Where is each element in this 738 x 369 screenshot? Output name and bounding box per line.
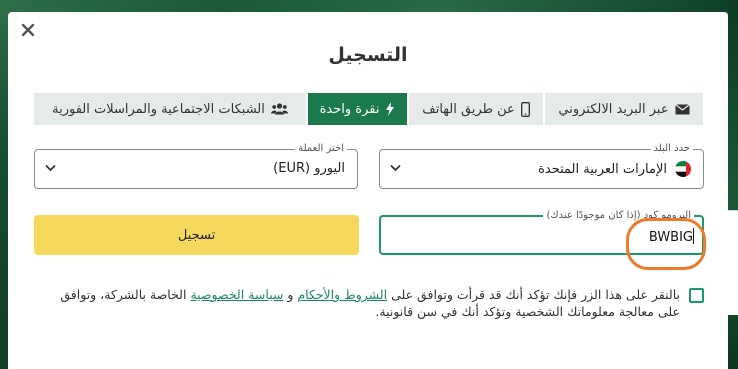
tab-phone[interactable]: عن طريق الهاتف	[407, 93, 543, 125]
tab-social-networks[interactable]: الشبكات الاجتماعية والمراسلات الفورية	[34, 93, 306, 125]
chevron-down-icon	[45, 164, 56, 172]
mobile-phone-icon	[520, 101, 530, 117]
country-select[interactable]: حدد البلد الإمارات العربية المتحدة	[379, 142, 704, 189]
chevron-down-icon	[390, 164, 401, 172]
uae-flag-icon	[675, 161, 691, 177]
registration-modal: التسجيل عبر البريد الالكتروني عن طريق ال…	[8, 12, 728, 369]
close-icon	[21, 23, 35, 37]
tab-email[interactable]: عبر البريد الالكتروني	[543, 93, 703, 125]
consent-text-prefix: بالنقر على هذا الزر فإنك تؤكد أنك قد قرأ…	[387, 287, 680, 302]
register-button-label: تسجيل	[177, 227, 216, 243]
country-select-value: الإمارات العربية المتحدة	[538, 161, 667, 177]
tab-phone-label: عن طريق الهاتف	[422, 101, 515, 117]
consent-text: بالنقر على هذا الزر فإنك تؤكد أنك قد قرأ…	[40, 286, 680, 320]
registration-tabs: عبر البريد الالكتروني عن طريق الهاتف نقر…	[34, 93, 703, 125]
promo-highlight-annotation	[626, 218, 706, 270]
lightning-bolt-icon	[386, 102, 395, 116]
currency-select[interactable]: اختر العملة اليورو (EUR)	[34, 142, 358, 189]
tab-one-click[interactable]: نقرة واحدة	[306, 93, 407, 125]
tab-social-networks-label: الشبكات الاجتماعية والمراسلات الفورية	[52, 101, 265, 117]
terms-link[interactable]: الشروط والأحكام	[297, 287, 387, 302]
modal-title: التسجيل	[328, 44, 408, 66]
background-top	[0, 0, 738, 12]
background-card-edge	[728, 210, 738, 315]
privacy-policy-link[interactable]: سياسة الخصوصية	[190, 287, 283, 302]
consent-checkbox[interactable]	[689, 288, 704, 303]
tab-one-click-label: نقرة واحدة	[319, 101, 380, 117]
register-button[interactable]: تسجيل	[34, 215, 359, 255]
country-select-label: حدد البلد	[650, 142, 693, 156]
users-icon	[270, 103, 288, 115]
country-select-value-wrap: الإمارات العربية المتحدة	[538, 161, 691, 177]
tab-email-label: عبر البريد الالكتروني	[558, 101, 669, 117]
close-button[interactable]	[17, 19, 39, 41]
currency-select-value: اليورو (EUR)	[273, 161, 345, 176]
consent-text-and: و	[283, 287, 298, 302]
currency-select-value-wrap: اليورو (EUR)	[273, 161, 345, 176]
currency-select-label: اختر العملة	[295, 142, 347, 156]
envelope-icon	[674, 103, 690, 114]
